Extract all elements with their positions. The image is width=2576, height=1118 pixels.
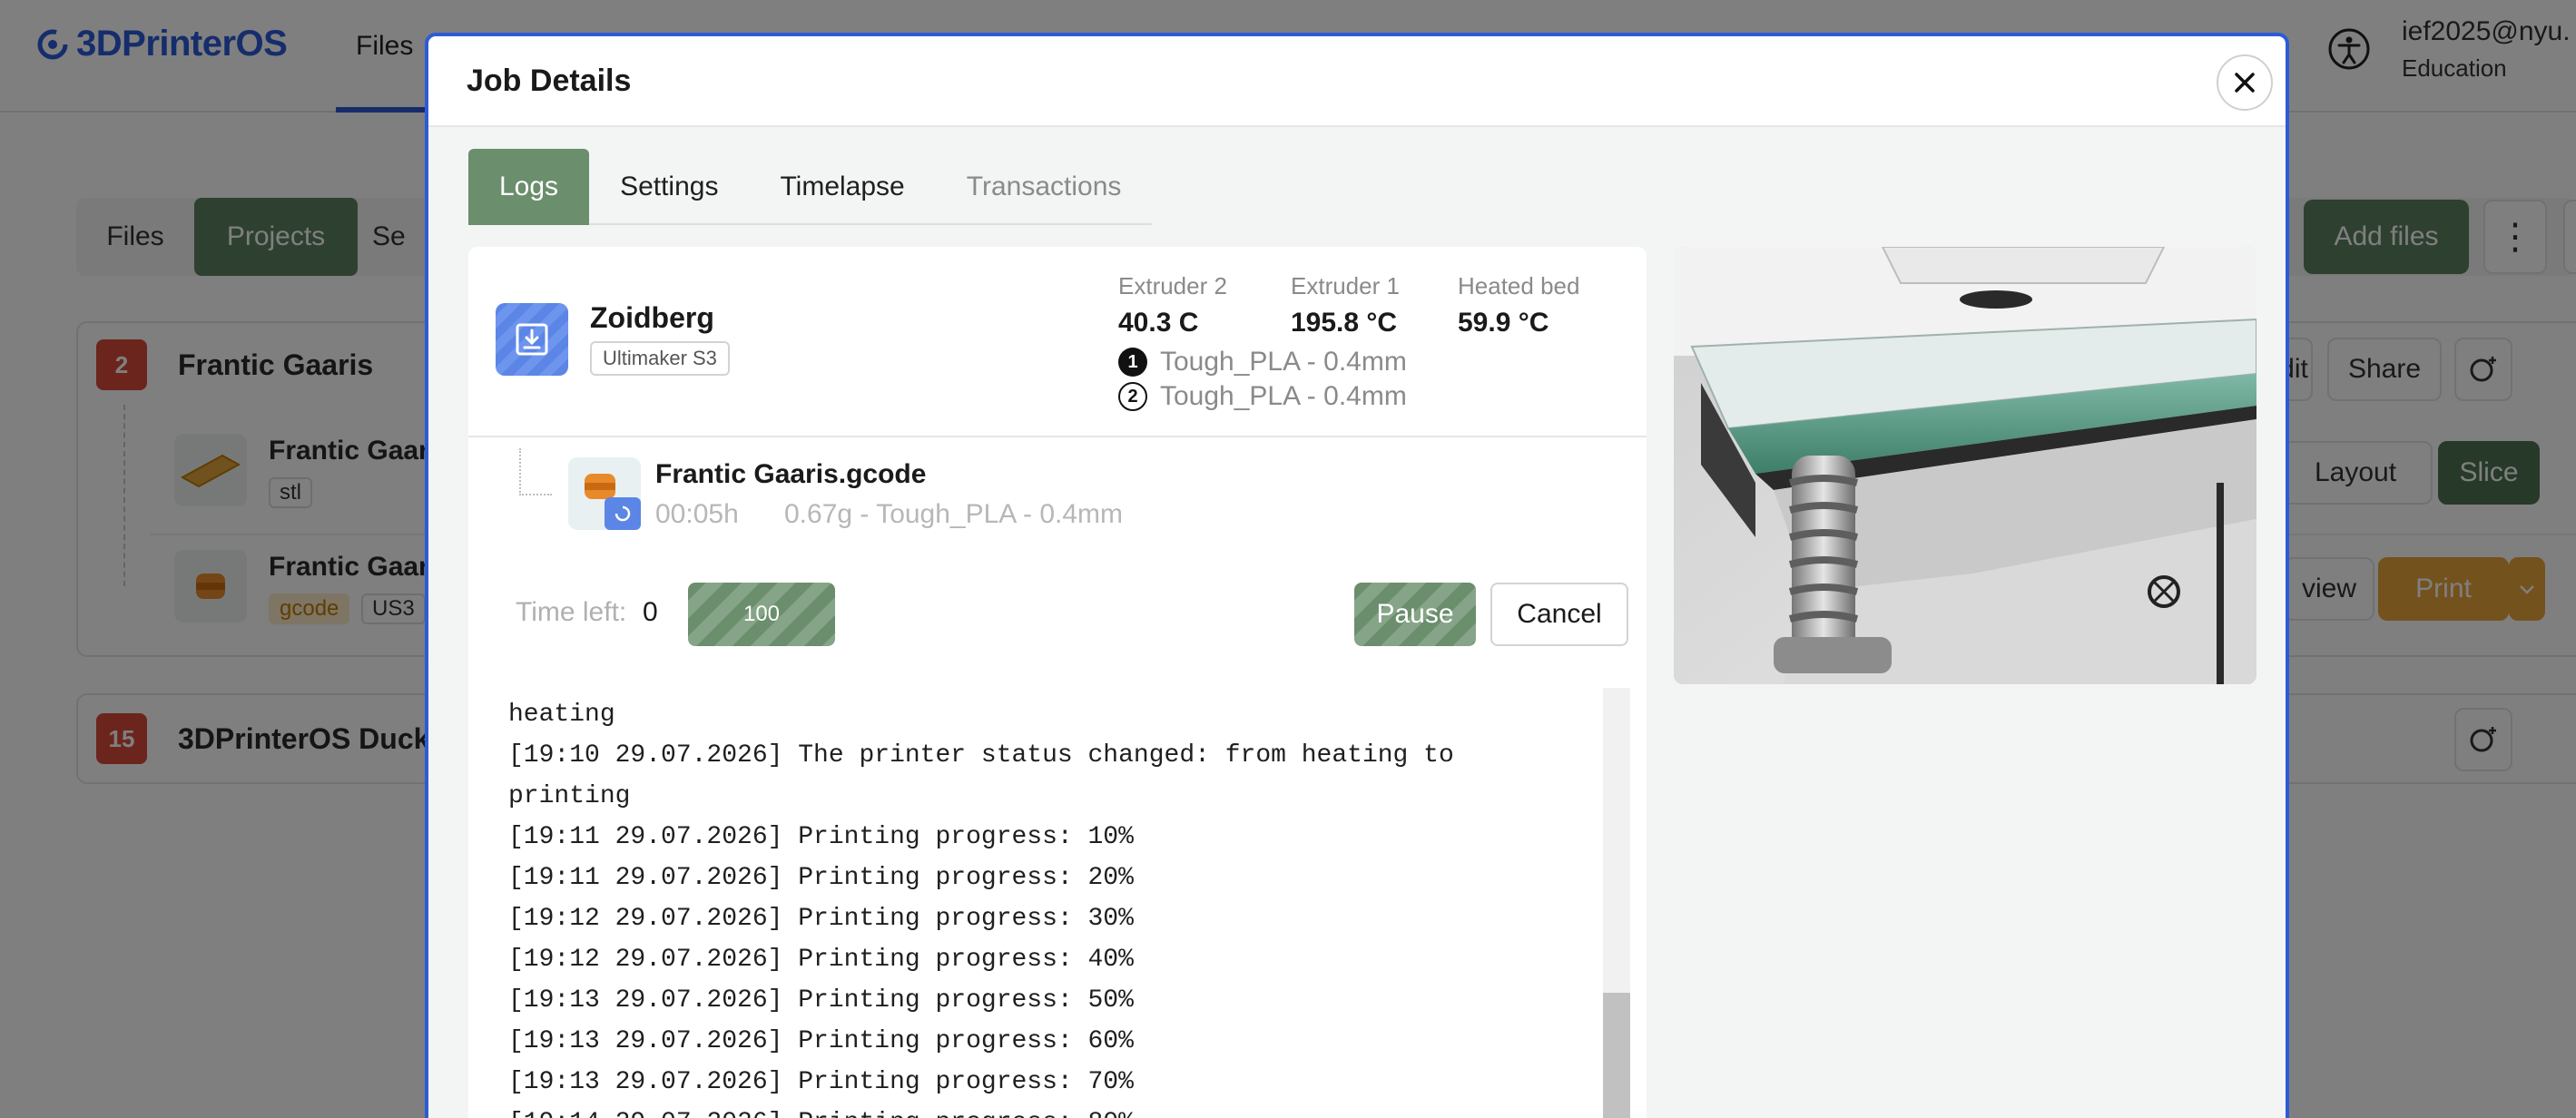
log-line: [19:12 29.07.2026] Printing progress: 40… bbox=[508, 946, 1134, 974]
log-line: heating bbox=[508, 701, 615, 729]
panel-divider bbox=[468, 436, 1647, 437]
job-tabs: Logs Settings Timelapse Transactions bbox=[468, 149, 1153, 225]
log-line: [19:13 29.07.2026] Printing progress: 50… bbox=[508, 986, 1134, 1015]
job-details-modal: Job Details Logs Settings Timelapse Tran… bbox=[425, 33, 2289, 1118]
progress-bar: 100 bbox=[688, 583, 835, 646]
temp-value: 59.9 °C bbox=[1458, 308, 1549, 338]
tab-timelapse[interactable]: Timelapse bbox=[749, 149, 935, 225]
printer-download-icon bbox=[516, 323, 548, 356]
modal-header: Job Details bbox=[428, 36, 2286, 127]
camera-snapshot bbox=[1674, 247, 2256, 684]
time-left-label: Time left: bbox=[516, 597, 627, 627]
temp-label: Heated bed bbox=[1458, 272, 1580, 299]
extruder-number-badge: 1 bbox=[1118, 348, 1147, 377]
log-line: [19:13 29.07.2026] Printing progress: 60… bbox=[508, 1027, 1134, 1055]
job-material-info: 0.67g - Tough_PLA - 0.4mm bbox=[784, 499, 1124, 529]
job-file-name[interactable]: Frantic Gaaris.gcode bbox=[655, 459, 926, 490]
temp-value: 40.3 C bbox=[1118, 308, 1199, 338]
job-duration: 00:05h bbox=[655, 499, 739, 529]
printer-model-chip: Ultimaker S3 bbox=[590, 341, 730, 376]
cancel-button[interactable]: Cancel bbox=[1490, 583, 1628, 646]
heated-bed-temp: Heated bed 59.9 °C bbox=[1458, 272, 1579, 338]
log-line: [19:12 29.07.2026] Printing progress: 30… bbox=[508, 905, 1134, 933]
material-name: Tough_PLA - 0.4mm bbox=[1160, 347, 1407, 377]
log-line: [19:13 29.07.2026] Printing progress: 70… bbox=[508, 1068, 1134, 1096]
modal-title: Job Details bbox=[467, 64, 632, 98]
job-panel: Zoidberg Ultimaker S3 Extruder 2 40.3 C … bbox=[468, 247, 1647, 1118]
pause-button[interactable]: Pause bbox=[1354, 583, 1476, 646]
log-line: [19:14 29.07.2026] Printing progress: 80… bbox=[508, 1109, 1134, 1118]
tab-settings[interactable]: Settings bbox=[589, 149, 749, 225]
material-name: Tough_PLA - 0.4mm bbox=[1160, 381, 1407, 411]
log-scrollbar-thumb[interactable] bbox=[1603, 993, 1630, 1118]
close-button[interactable] bbox=[2217, 54, 2273, 111]
tab-transactions[interactable]: Transactions bbox=[936, 149, 1153, 225]
printer-name[interactable]: Zoidberg bbox=[590, 301, 714, 335]
material-1: 1 Tough_PLA - 0.4mm bbox=[1118, 347, 1407, 378]
temp-label: Extruder 2 bbox=[1118, 272, 1227, 299]
time-left-value: 0 bbox=[643, 597, 658, 627]
modal-body: Logs Settings Timelapse Transactions Zoi… bbox=[428, 127, 2286, 1118]
log-line: [19:11 29.07.2026] Printing progress: 20… bbox=[508, 864, 1134, 892]
extruder2-temp: Extruder 2 40.3 C bbox=[1118, 272, 1227, 338]
tree-connector bbox=[519, 448, 552, 495]
log-line: [19:10 29.07.2026] The printer status ch… bbox=[508, 741, 1454, 770]
log-output[interactable]: heating [19:10 29.07.2026] The printer s… bbox=[468, 688, 1630, 1118]
log-line: printing bbox=[508, 782, 631, 810]
material-2: 2 Tough_PLA - 0.4mm bbox=[1118, 381, 1407, 412]
printer-avatar bbox=[496, 303, 568, 376]
extruder1-temp: Extruder 1 195.8 °C bbox=[1291, 272, 1400, 338]
log-line: [19:11 29.07.2026] Printing progress: 10… bbox=[508, 823, 1134, 851]
gcode-badge bbox=[605, 497, 641, 530]
tab-logs[interactable]: Logs bbox=[468, 149, 590, 225]
temp-label: Extruder 1 bbox=[1291, 272, 1400, 299]
progress-text: 100 bbox=[742, 602, 781, 626]
printer-camera-image bbox=[1674, 247, 2256, 684]
extruder-number-badge: 2 bbox=[1118, 382, 1147, 411]
close-icon bbox=[2235, 73, 2255, 93]
temp-value: 195.8 °C bbox=[1291, 308, 1398, 338]
refresh-icon bbox=[615, 505, 631, 522]
